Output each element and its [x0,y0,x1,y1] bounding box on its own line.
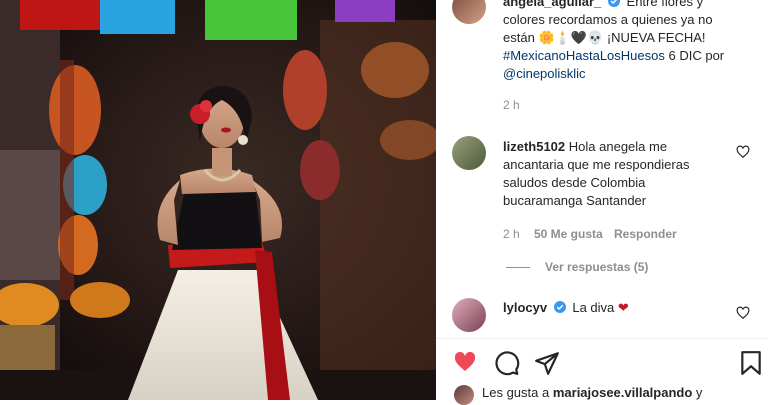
comments-panel: angela_aguilar_ Entre flores y colores r… [436,0,768,405]
comment-body-line3: saludos desde Colombia [503,175,646,190]
likes-summary: Les gusta a mariajosee.villalpando y [482,384,702,402]
verified-icon [553,301,566,313]
view-replies-line [506,267,530,268]
liker-avatar[interactable] [454,385,474,405]
caption-line4-post: 6 DIC por [668,48,725,63]
caption-line2: colores recordamos a quienes ya no [503,12,713,27]
comment-avatar-lizeth5102[interactable] [452,136,486,170]
view-replies-button[interactable]: Ver respuestas (5) [545,260,648,274]
comment-like-heart-icon[interactable] [736,306,750,320]
comment-like-heart-icon[interactable] [736,145,750,159]
comment-username[interactable]: lizeth5102 [503,139,565,154]
comment-body-line2: ancantaria que me respondieras [503,157,690,172]
comment-reply-button[interactable]: Responder [614,227,677,241]
comment-time[interactable]: 2 h [503,227,520,241]
caption-emoji: 🌼🕯️🖤💀 [538,30,604,45]
comment-text-1: lizeth5102 Hola anegela me ancantaria qu… [503,138,733,210]
comment-body-line4: bucaramanga Santander [503,193,647,208]
caption-line3-pre: están [503,30,535,45]
post-image [0,0,436,400]
caption-text: angela_aguilar_ Entre flores y colores r… [503,0,758,83]
caption-hashtag[interactable]: #MexicanoHastaLosHuesos [503,48,665,63]
caption-line3-post: ¡NUEVA FECHA! [606,30,706,45]
caption-time[interactable]: 2 h [503,98,520,112]
action-bar-divider [436,338,768,339]
comment-avatar-lylocyv[interactable] [452,298,486,332]
like-heart-icon[interactable] [452,350,478,374]
verified-icon [607,0,620,7]
comment-likes-count[interactable]: 50 Me gusta [534,227,603,241]
caption-mention[interactable]: @cinepolisklic [503,66,586,81]
caption-avatar[interactable] [452,0,486,24]
share-send-icon[interactable] [534,350,560,376]
comment-body-line1: Hola anegela me [568,139,668,154]
caption-line1: Entre flores y [626,0,704,9]
likes-user[interactable]: mariajosee.villalpando [553,385,692,400]
post-photo[interactable] [0,0,436,400]
likes-pre: Les gusta a [482,385,550,400]
comment-text-2: lylocyv La diva ❤ [503,299,629,317]
caption-username[interactable]: angela_aguilar_ [503,0,601,9]
comment-username[interactable]: lylocyv [503,300,547,315]
red-heart-emoji: ❤ [617,300,629,315]
comment-body: La diva [572,300,615,315]
comment-bubble-icon[interactable] [494,350,520,376]
likes-post: y [695,385,703,400]
save-bookmark-icon[interactable] [740,350,762,376]
